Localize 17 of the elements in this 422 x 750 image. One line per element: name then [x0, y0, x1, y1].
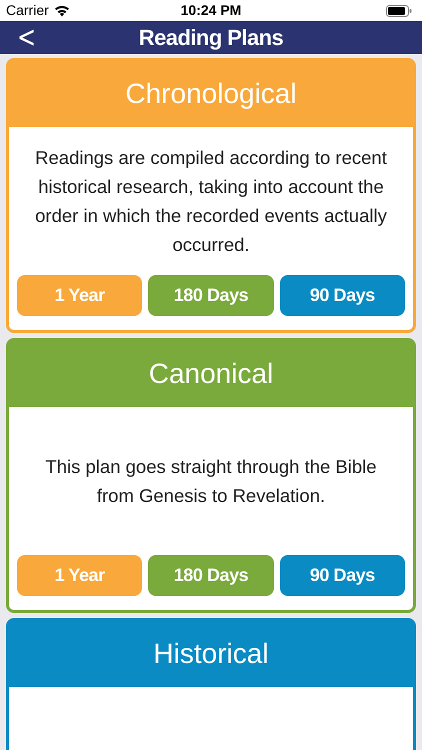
plan-description: Readings are compiled according to recent historical research, taking into account the order in which the recorded events actually occurred. — [34, 146, 388, 257]
duration-button[interactable]: 1 Year — [17, 555, 142, 596]
wifi-icon — [54, 4, 70, 16]
carrier-label: Carrier — [6, 1, 49, 20]
plan-description: This plan goes straight through the Bible from Genesis to Revelation. — [44, 455, 378, 508]
duration-button[interactable]: 180 Days — [148, 275, 274, 316]
plan-title: Canonical — [148, 357, 274, 391]
duration-button[interactable]: 180 Days — [148, 555, 274, 596]
back-button[interactable]: < — [17, 22, 36, 52]
duration-button[interactable]: 90 Days — [280, 555, 405, 596]
battery-icon — [386, 4, 412, 16]
plan-title: Chronological — [125, 77, 297, 111]
status-time: 10:24 PM — [180, 1, 242, 20]
duration-button[interactable]: 1 Year — [17, 275, 142, 316]
screen-title: Reading Plans — [138, 24, 284, 52]
plan-title: Historical — [153, 637, 269, 671]
duration-button[interactable]: 90 Days — [280, 275, 405, 316]
